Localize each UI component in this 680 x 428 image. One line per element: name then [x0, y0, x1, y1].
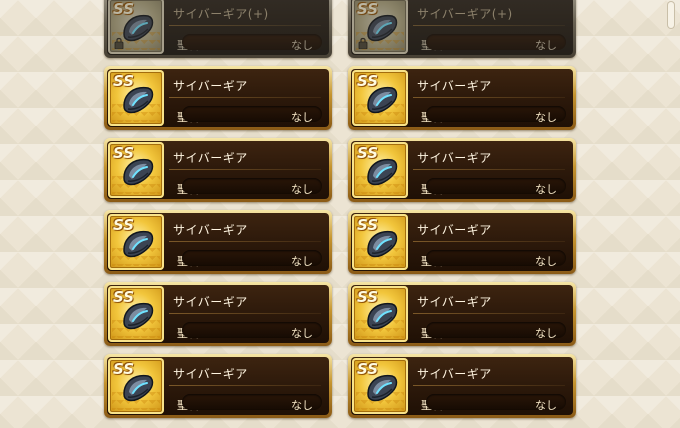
divider [169, 313, 321, 314]
holy-stone-value: なし [535, 399, 557, 412]
item-name: サイバーギア [173, 151, 248, 165]
divider [413, 25, 565, 26]
holy-stone-value: なし [291, 399, 313, 412]
card-panel: SS サイバーギア 聖石 なし [351, 141, 573, 199]
holy-stone-value: なし [291, 39, 313, 52]
rank-badge: SS [113, 0, 135, 18]
card-panel: SS サイバーギア 聖石 なし [351, 213, 573, 271]
lock-icon [114, 37, 124, 49]
divider [169, 25, 321, 26]
divider [413, 97, 565, 98]
card-panel: SS サイバーギア 聖石 なし [107, 141, 329, 199]
holy-stone-value: なし [291, 255, 313, 268]
holy-stone-value: なし [535, 327, 557, 340]
item-name: サイバーギア [173, 295, 248, 309]
item-name: サイバーギア(+) [417, 7, 513, 21]
item-icon-frame: SS [108, 70, 164, 126]
equipment-card[interactable]: SS サイバーギア 聖石 なし [348, 66, 576, 130]
item-name: サイバーギア(+) [173, 7, 269, 21]
divider [413, 313, 565, 314]
equipment-card[interactable]: SS サイバーギア(+) 聖石 なし [348, 0, 576, 58]
card-panel: SS サイバーギア 聖石 なし [351, 357, 573, 415]
lock-icon [358, 37, 368, 49]
rank-badge: SS [113, 144, 135, 162]
card-panel: SS サイバーギア 聖石 なし [107, 69, 329, 127]
card-panel: SS サイバーギア 聖石 なし [351, 285, 573, 343]
holy-stone-value: なし [535, 39, 557, 52]
scrollbar[interactable] [668, 2, 674, 28]
card-panel: SS サイバーギア 聖石 なし [107, 285, 329, 343]
card-panel: SS サイバーギア(+) 聖石 なし [107, 0, 329, 55]
rank-badge: SS [357, 216, 379, 234]
equipment-card[interactable]: SS サイバーギア 聖石 なし [104, 354, 332, 418]
divider [169, 385, 321, 386]
rank-badge: SS [357, 0, 379, 18]
equipment-card[interactable]: SS サイバーギア 聖石 なし [348, 138, 576, 202]
rank-badge: SS [113, 216, 135, 234]
equipment-card[interactable]: SS サイバーギア 聖石 なし [348, 354, 576, 418]
item-icon-frame: SS [108, 0, 164, 54]
rank-badge: SS [357, 144, 379, 162]
divider [169, 169, 321, 170]
holy-stone-value: なし [291, 111, 313, 124]
item-icon-frame: SS [352, 214, 408, 270]
item-icon-frame: SS [108, 358, 164, 414]
item-icon-frame: SS [352, 0, 408, 54]
card-panel: SS サイバーギア 聖石 なし [351, 69, 573, 127]
rank-badge: SS [357, 72, 379, 90]
holy-stone-value: なし [535, 111, 557, 124]
divider [413, 241, 565, 242]
rank-badge: SS [357, 288, 379, 306]
item-icon-frame: SS [108, 214, 164, 270]
equipment-card[interactable]: SS サイバーギア(+) 聖石 なし [104, 0, 332, 58]
holy-stone-value: なし [535, 183, 557, 196]
card-panel: SS サイバーギア 聖石 なし [107, 357, 329, 415]
divider [413, 385, 565, 386]
divider [169, 97, 321, 98]
item-name: サイバーギア [417, 295, 492, 309]
divider [413, 169, 565, 170]
rank-badge: SS [113, 288, 135, 306]
item-name: サイバーギア [417, 151, 492, 165]
item-name: サイバーギア [417, 79, 492, 93]
divider [169, 241, 321, 242]
holy-stone-value: なし [291, 183, 313, 196]
rank-badge: SS [113, 72, 135, 90]
equipment-card[interactable]: SS サイバーギア 聖石 なし [348, 210, 576, 274]
holy-stone-value: なし [291, 327, 313, 340]
item-icon-frame: SS [352, 70, 408, 126]
rank-badge: SS [113, 360, 135, 378]
item-icon-frame: SS [352, 358, 408, 414]
item-name: サイバーギア [173, 367, 248, 381]
card-panel: SS サイバーギア 聖石 なし [107, 213, 329, 271]
equipment-card[interactable]: SS サイバーギア 聖石 なし [104, 282, 332, 346]
item-icon-frame: SS [108, 286, 164, 342]
item-name: サイバーギア [417, 223, 492, 237]
holy-stone-value: なし [535, 255, 557, 268]
item-name: サイバーギア [417, 367, 492, 381]
equipment-card[interactable]: SS サイバーギア 聖石 なし [348, 282, 576, 346]
item-name: サイバーギア [173, 223, 248, 237]
equipment-card[interactable]: SS サイバーギア 聖石 なし [104, 138, 332, 202]
card-panel: SS サイバーギア(+) 聖石 なし [351, 0, 573, 55]
rank-badge: SS [357, 360, 379, 378]
background-pattern [0, 0, 680, 428]
item-name: サイバーギア [173, 79, 248, 93]
item-icon-frame: SS [352, 286, 408, 342]
equipment-card[interactable]: SS サイバーギア 聖石 なし [104, 210, 332, 274]
item-icon-frame: SS [108, 142, 164, 198]
equipment-card[interactable]: SS サイバーギア 聖石 なし [104, 66, 332, 130]
item-icon-frame: SS [352, 142, 408, 198]
